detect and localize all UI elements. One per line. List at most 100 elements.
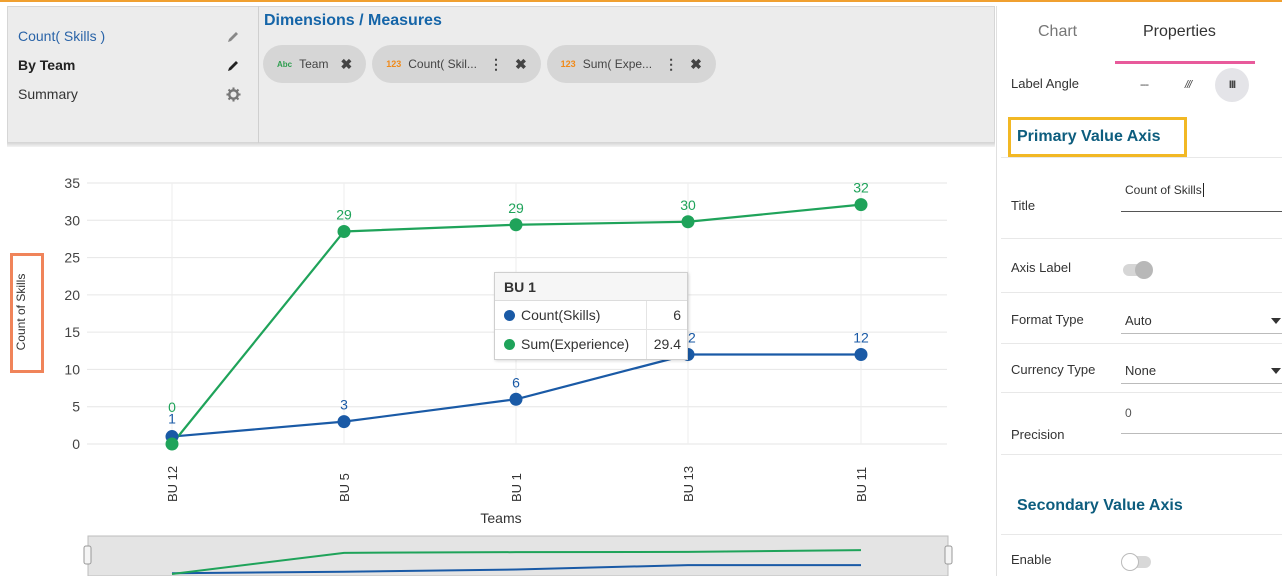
currency-type-value: None [1125,363,1157,378]
secondary-value-axis-heading: Secondary Value Axis [1017,497,1183,514]
angle-slanted-option[interactable]: /// [1171,68,1205,102]
data-label: 6 [512,374,520,390]
data-point [509,392,523,406]
properties-panel: Chart Properties Label Angle --- /// III… [996,6,1282,576]
pill-team[interactable]: Abc Team ✖ [263,45,367,83]
top-accent-line [0,0,1282,2]
pencil-icon[interactable] [224,22,242,51]
angle-vertical-option[interactable]: III [1215,68,1249,102]
currency-type-select[interactable]: None [1121,358,1282,384]
x-axis-title: Teams [480,510,521,526]
label-angle-label: Label Angle [1011,76,1079,91]
series-dot [504,309,515,321]
axis-label-toggle[interactable] [1123,261,1153,279]
axis-title-input[interactable]: Count of Skills [1121,182,1282,212]
pill-label: Team [299,57,329,71]
dimension-type-badge: Abc [277,59,293,69]
y-tick-label: 0 [72,436,80,452]
y-tick-label: 10 [64,361,80,377]
y-tick-label: 30 [64,212,80,228]
enable-label: Enable [1011,552,1052,567]
data-label: 12 [853,330,869,346]
measure-type-badge: 123 [386,59,402,69]
separator [1001,392,1282,393]
tooltip-value: 29.4 [653,336,681,352]
currency-type-label: Currency Type [1011,362,1096,377]
menu-item-label: Count( Skills ) [18,28,106,44]
data-point [854,348,868,362]
pill-label: Sum( Expe... [582,57,653,71]
x-tick-label: BU 13 [681,466,696,502]
data-point [681,215,695,229]
chevron-down-icon [1271,318,1281,324]
separator [1001,534,1282,535]
range-handle-right [944,545,953,565]
data-label: 32 [853,180,869,196]
remove-icon[interactable]: ✖ [690,56,702,73]
more-options-icon[interactable]: ⋮ [489,56,503,73]
separator [1001,343,1282,344]
data-label: 30 [680,197,696,213]
pill-label: Count( Skil... [408,57,477,71]
x-tick-label: BU 11 [854,467,869,502]
angle-horizontal-option[interactable]: --- [1127,68,1161,102]
pencil-icon[interactable] [224,51,242,80]
measure-type-badge: 123 [560,59,576,69]
gear-icon[interactable] [224,80,242,109]
format-type-label: Format Type [1011,312,1084,327]
pill-sum-experience[interactable]: 123 Sum( Expe... ⋮ ✖ [546,45,716,83]
chart-tooltip: BU 1 Count(Skills) 6 Sum(Experience) 29.… [494,272,688,360]
data-point [165,437,179,451]
x-tick-label: BU 1 [509,473,524,502]
primary-value-axis-heading: Primary Value Axis [1008,117,1187,157]
more-options-icon[interactable]: ⋮ [664,56,678,73]
menu-item-label: By Team [18,57,76,73]
series-dot [504,339,515,350]
tab-properties[interactable]: Properties [1143,23,1216,41]
tooltip-series-name: Sum(Experience) [521,336,630,352]
line-chart: 05101520253035BU 12 BU 5 BU 1 BU 13 BU 11Tea… [64,175,953,576]
remove-icon[interactable]: ✖ [515,56,527,73]
remove-icon[interactable]: ✖ [340,56,352,73]
toggle-knob [1135,261,1153,279]
dimensions-measures-title: Dimensions / Measures [264,12,442,29]
x-tick-label: BU 12 [165,466,180,502]
range-handle-left [83,545,92,565]
tooltip-value: 6 [673,307,681,323]
data-label: 29 [508,200,524,216]
toggle-knob [1121,553,1139,571]
tooltip-row: Sum(Experience) 29.4 [495,330,687,359]
dimension-pills: Abc Team ✖ 123 Count( Skil... ⋮ ✖ 123 Su… [263,45,716,83]
tooltip-series-name: Count(Skills) [521,306,601,323]
text-cursor [1202,183,1204,197]
precision-input[interactable]: 0 [1121,406,1282,434]
separator [1001,157,1282,158]
tab-chart[interactable]: Chart [1038,23,1077,41]
y-tick-label: 35 [64,175,80,191]
y-tick-label: 5 [72,399,80,415]
menu-item-label: Summary [18,86,78,102]
separator [1001,454,1282,455]
axis-label-label: Axis Label [1011,260,1071,275]
menu-item-count-skills[interactable]: Count( Skills ) [18,22,248,51]
menu-item-by-team[interactable]: By Team [18,51,248,80]
y-tick-label: 15 [64,324,80,340]
chart-config-menu: Count( Skills ) By Team Summary [18,22,248,109]
format-type-select[interactable]: Auto [1121,308,1282,334]
data-point [854,198,868,212]
y-tick-label: 25 [64,250,80,266]
axis-title-value: Count of Skills [1125,183,1202,197]
tooltip-title: BU 1 [495,273,687,301]
header-divider [258,6,259,143]
format-type-value: Auto [1125,313,1152,328]
y-axis-title: Count of Skills [14,273,28,351]
y-tick-label: 20 [64,287,80,303]
data-label: 29 [336,206,352,222]
data-point [337,415,351,429]
enable-toggle[interactable] [1121,553,1151,571]
title-label: Title [1011,198,1036,213]
pill-count-skills[interactable]: 123 Count( Skil... ⋮ ✖ [372,45,541,83]
menu-item-summary[interactable]: Summary [18,80,248,109]
precision-value: 0 [1125,406,1132,420]
panel-tabs: Chart Properties [997,6,1282,64]
